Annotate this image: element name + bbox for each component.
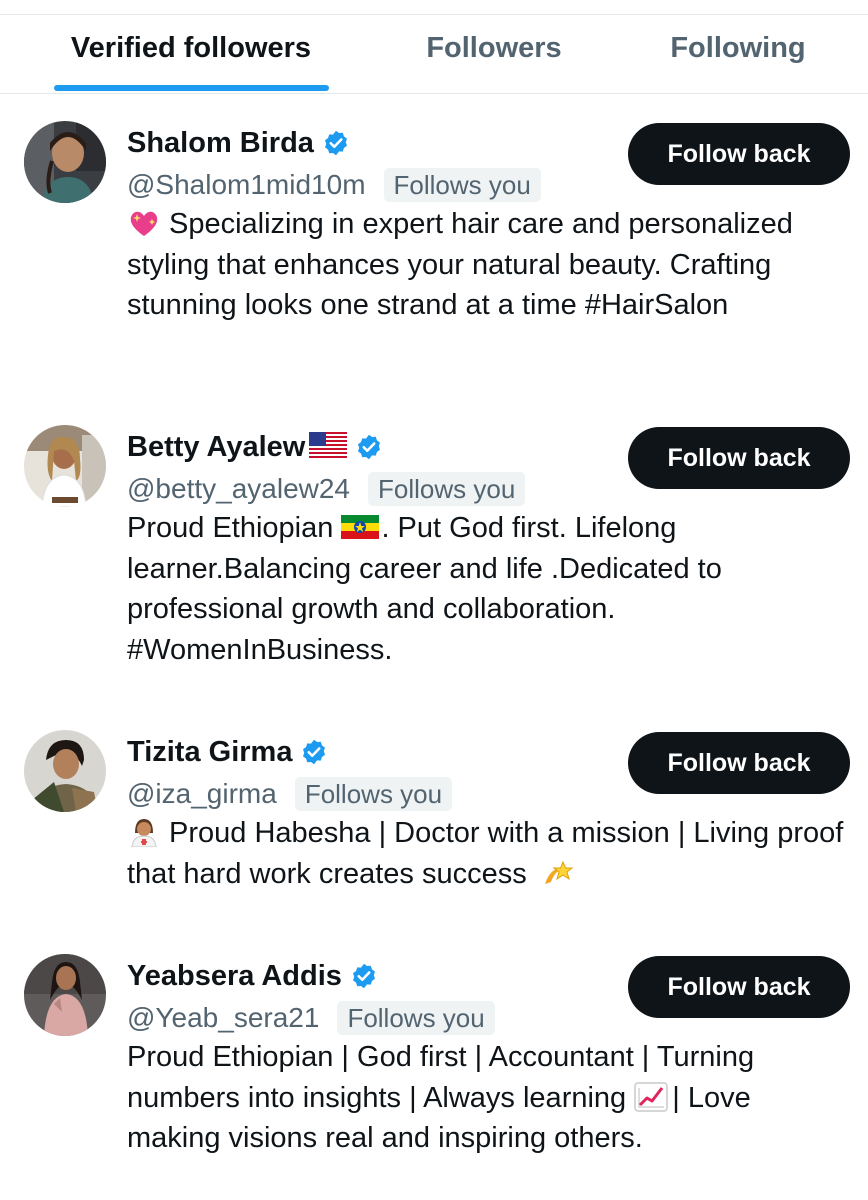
bio-text: Proud Habesha | Doctor with a mission | … <box>127 817 844 890</box>
active-tab-indicator <box>54 85 329 91</box>
avatar[interactable] <box>24 730 106 812</box>
display-name[interactable]: Betty Ayalew <box>127 431 305 464</box>
display-name[interactable]: Tizita Girma <box>127 736 292 769</box>
bio-text: Proud Ethiopian <box>127 512 334 544</box>
user-bio: Proud Habesha | Doctor with a mission | … <box>127 813 847 894</box>
user-cell[interactable]: Tizita Girma @iza_girma Follows you Foll… <box>0 730 868 910</box>
user-bio: Proud Ethiopian | God first | Accountant… <box>127 1037 847 1159</box>
follow-back-button[interactable]: Follow back <box>628 732 850 794</box>
verified-badge-icon <box>355 433 383 461</box>
tab-bar: Verified followers Followers Following <box>0 15 868 94</box>
tab-followers[interactable]: Followers <box>400 15 588 93</box>
follows-you-badge: Follows you <box>337 1001 495 1035</box>
display-name[interactable]: Shalom Birda <box>127 127 314 160</box>
ethiopia-flag-icon <box>341 512 381 542</box>
user-cell[interactable]: Betty Ayalew @betty_ayalew24 Follows you… <box>0 425 868 675</box>
user-handle: @iza_girma <box>127 778 277 809</box>
follows-you-badge: Follows you <box>294 777 453 811</box>
chart-increasing-icon <box>634 1081 668 1112</box>
user-bio: Specializing in expert hair care and per… <box>127 204 847 326</box>
user-handle: @betty_ayalew24 <box>127 473 351 504</box>
user-handle: @Yeab_sera21 <box>127 1002 320 1033</box>
avatar[interactable] <box>24 121 106 203</box>
user-cell[interactable]: Shalom Birda @Shalom1mid10m Follows you … <box>0 121 868 371</box>
user-cell[interactable]: Yeabsera Addis @Yeab_sera21 Follows you … <box>0 954 868 1174</box>
follow-back-button[interactable]: Follow back <box>628 956 850 1018</box>
tab-verified-followers[interactable]: Verified followers <box>40 15 342 93</box>
user-bio: Proud Ethiopian . Put God first. Lifelon… <box>127 508 847 670</box>
follows-you-badge: Follows you <box>368 472 526 506</box>
avatar[interactable] <box>24 425 106 507</box>
verified-badge-icon <box>300 738 328 766</box>
avatar[interactable] <box>24 954 106 1036</box>
tab-following[interactable]: Following <box>640 15 836 93</box>
follow-back-button[interactable]: Follow back <box>628 123 850 185</box>
sparkling-heart-emoji-icon <box>127 208 161 238</box>
verified-badge-icon <box>322 129 350 157</box>
us-flag-icon <box>309 431 348 463</box>
user-handle: @Shalom1mid10m <box>127 169 366 200</box>
follows-you-badge: Follows you <box>383 168 541 202</box>
bio-text: Specializing in expert hair care and per… <box>127 208 793 322</box>
display-name[interactable]: Yeabsera Addis <box>127 960 342 993</box>
dizzy-icon <box>541 858 575 888</box>
follow-back-button[interactable]: Follow back <box>628 427 850 489</box>
verified-badge-icon <box>350 962 378 990</box>
woman-health-worker-icon <box>127 817 161 847</box>
